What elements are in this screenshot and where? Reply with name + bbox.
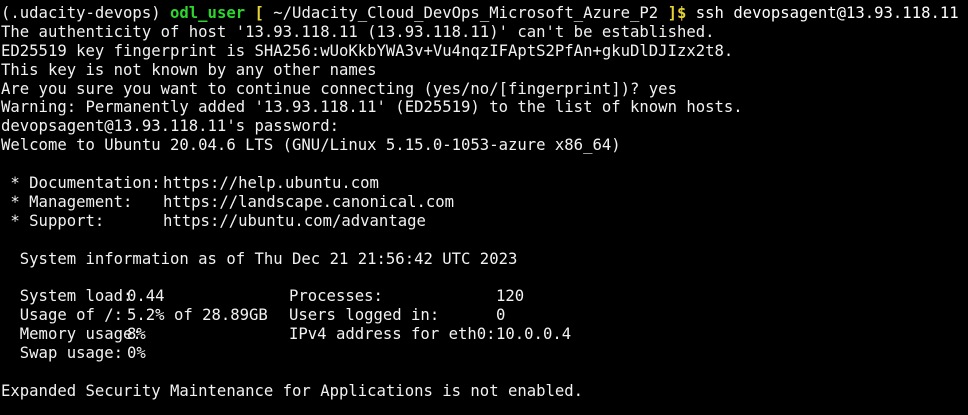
sysinfo-row: Swap usage: 0%: [1, 344, 968, 363]
output-line: Are you sure you want to continue connec…: [1, 79, 677, 98]
prompt-line: (.udacity-devops) odl_user [ ~/Udacity_C…: [1, 4, 968, 23]
footer-line: Expanded Security Maintenance for Applic…: [1, 381, 584, 400]
link-url[interactable]: https://ubuntu.com/advantage: [163, 212, 426, 231]
sysinfo-value: 5.2% of 28.89GB: [127, 306, 268, 325]
sysinfo-label: Swap usage:: [1, 344, 124, 363]
sysinfo-value: 10.0.0.4: [496, 325, 572, 344]
sysinfo-row: Memory usage: 8% IPv4 address for eth0: …: [1, 325, 968, 344]
password-prompt: devopsagent@13.93.118.11's password:: [1, 117, 339, 136]
link-row-management: * Management: https://landscape.canonica…: [1, 193, 968, 212]
sysinfo-label: Memory usage:: [1, 325, 142, 344]
welcome-line: Welcome to Ubuntu 20.04.6 LTS (GNU/Linux…: [1, 136, 621, 155]
sysinfo-value: 8%: [127, 325, 146, 344]
link-label: * Management:: [1, 192, 133, 211]
output-line: ED25519 key fingerprint is SHA256:wUoKkb…: [1, 41, 734, 60]
link-url[interactable]: https://landscape.canonical.com: [163, 193, 454, 212]
link-label: * Documentation:: [1, 174, 161, 193]
prompt-path: ~/Udacity_Cloud_DevOps_Microsoft_Azure_P…: [273, 4, 659, 22]
sysinfo-label: IPv4 address for eth0:: [289, 325, 496, 344]
sysinfo-value: 120: [496, 287, 525, 306]
sysinfo-row: Usage of /: 5.2% of 28.89GB Users logged…: [1, 306, 968, 325]
sysinfo-row: System load: 0.44 Processes: 120: [1, 287, 968, 306]
prompt-user: odl_user: [170, 4, 246, 22]
link-label: * Support:: [1, 211, 105, 230]
terminal-window[interactable]: (.udacity-devops) odl_user [ ~/Udacity_C…: [0, 0, 968, 415]
output-line: The authenticity of host '13.93.118.11 (…: [1, 22, 715, 41]
sysinfo-label: Usage of /:: [1, 306, 124, 325]
prompt-bracket-open: [: [254, 4, 264, 22]
sysinfo-label: System load:: [1, 287, 133, 306]
sysinfo-label: Processes:: [289, 287, 383, 306]
command-text: ssh devopsagent@13.93.118.11: [695, 4, 959, 22]
sysinfo-header: System information as of Thu Dec 21 21:5…: [1, 249, 518, 268]
sysinfo-value: 0%: [127, 344, 146, 363]
prompt-bracket-close: ]$: [667, 4, 687, 22]
sysinfo-value: 0.44: [127, 287, 165, 306]
link-row-documentation: * Documentation: https://help.ubuntu.com: [1, 174, 968, 193]
sysinfo-label: [289, 344, 496, 363]
sysinfo-value: 0: [496, 306, 506, 325]
link-url[interactable]: https://help.ubuntu.com: [163, 174, 379, 193]
link-row-support: * Support: https://ubuntu.com/advantage: [1, 212, 968, 231]
output-line: This key is not known by any other names: [1, 60, 377, 79]
prompt-env: (.udacity-devops): [1, 4, 161, 22]
sysinfo-label: Users logged in:: [289, 306, 440, 325]
output-line: Warning: Permanently added '13.93.118.11…: [1, 98, 743, 117]
